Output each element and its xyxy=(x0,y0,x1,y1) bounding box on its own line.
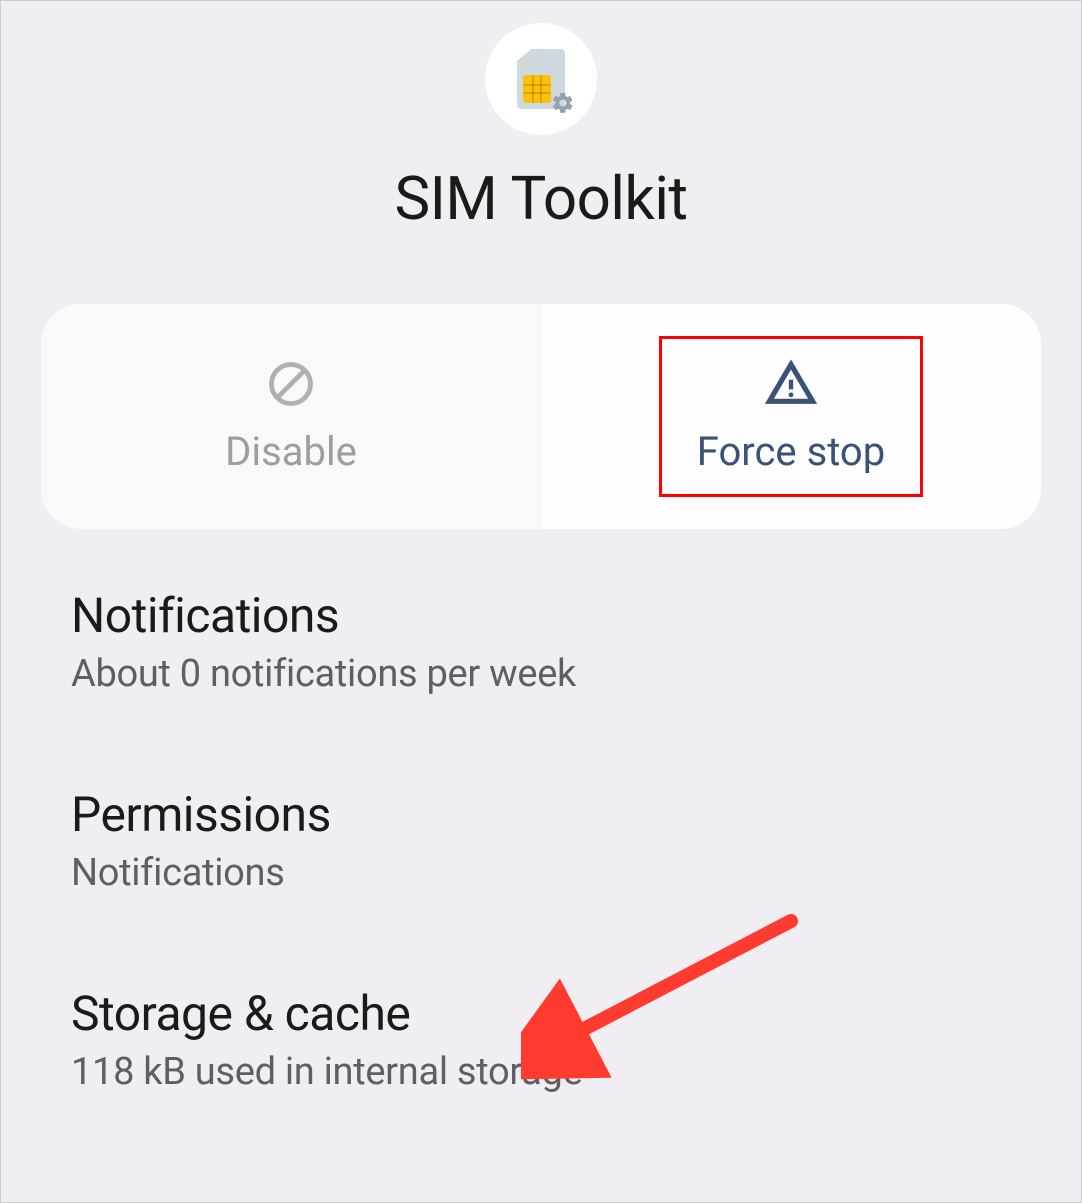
warning-icon xyxy=(765,358,817,410)
disable-icon xyxy=(265,358,317,410)
setting-title: Storage & cache xyxy=(71,985,1011,1042)
permissions-item[interactable]: Permissions Notifications xyxy=(71,786,1011,895)
storage-cache-item[interactable]: Storage & cache 118 kB used in internal … xyxy=(71,985,1011,1094)
setting-subtitle: 118 kB used in internal storage xyxy=(71,1050,1011,1094)
setting-title: Permissions xyxy=(71,786,1011,843)
force-stop-button[interactable]: Force stop xyxy=(541,304,1041,529)
force-stop-label: Force stop xyxy=(697,428,885,475)
app-icon xyxy=(485,23,597,135)
setting-title: Notifications xyxy=(71,587,1011,644)
settings-list: Notifications About 0 notifications per … xyxy=(41,587,1041,1094)
setting-subtitle: About 0 notifications per week xyxy=(71,652,1011,696)
notifications-item[interactable]: Notifications About 0 notifications per … xyxy=(71,587,1011,696)
disable-button: Disable xyxy=(41,304,541,529)
action-button-row: Disable Force stop xyxy=(41,304,1041,529)
disable-label: Disable xyxy=(225,428,357,475)
app-title: SIM Toolkit xyxy=(394,163,687,234)
sim-card-icon xyxy=(517,49,565,109)
gear-icon xyxy=(551,91,575,115)
setting-subtitle: Notifications xyxy=(71,851,1011,895)
